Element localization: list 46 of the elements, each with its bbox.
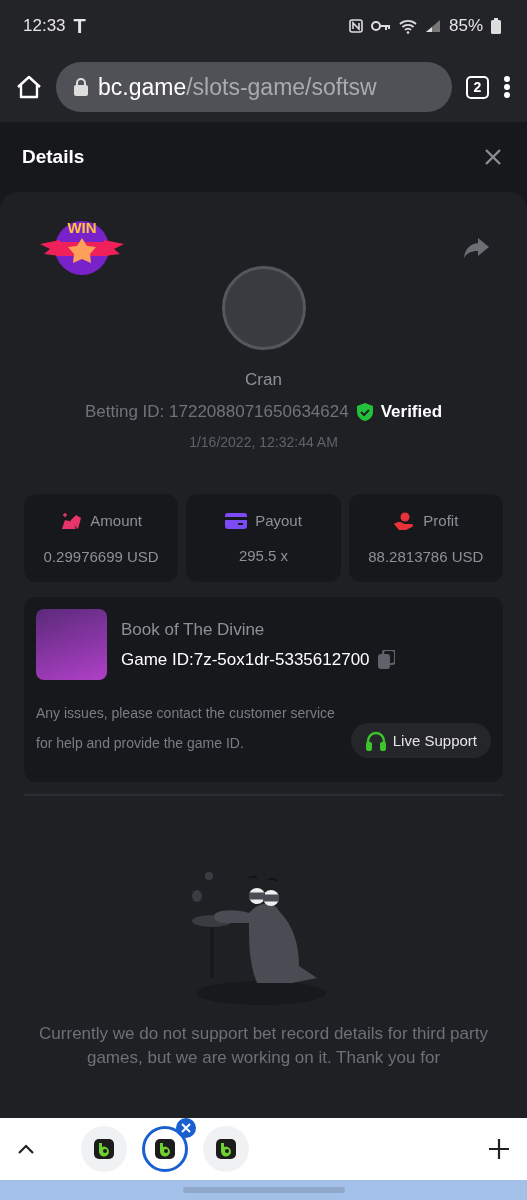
shield-check-icon <box>356 403 373 421</box>
share-icon[interactable] <box>463 238 489 258</box>
tab-count-button[interactable]: 2 <box>466 75 489 99</box>
site-logo-icon <box>216 1139 236 1159</box>
close-tab-icon[interactable] <box>176 1118 196 1138</box>
stat-label: Profit <box>423 512 459 529</box>
site-logo-icon <box>155 1139 175 1159</box>
browser-tab[interactable] <box>142 1126 188 1172</box>
stat-value: 88.2813786 USD <box>368 547 484 565</box>
support-notice: Any issues, please contact the customer service for help and provide the game ID. <box>36 704 336 753</box>
plus-icon[interactable] <box>489 1139 509 1159</box>
stat-label: Amount <box>90 512 142 529</box>
close-icon[interactable] <box>485 149 501 165</box>
verified-label: Verified <box>380 402 443 422</box>
url-text: bc.game/slots-game/softsw <box>98 73 377 101</box>
clock: 12:33 <box>23 16 66 36</box>
game-id: Game ID:7z-5ox1dr-5335612700 <box>121 649 370 670</box>
battery-icon <box>491 18 501 34</box>
panel-title: Details <box>22 146 85 168</box>
stat-label: Payout <box>255 512 302 529</box>
more-menu-icon[interactable] <box>503 75 511 99</box>
home-icon[interactable] <box>16 75 42 99</box>
chevron-up-icon[interactable] <box>18 1144 34 1154</box>
stat-value: 295.5 x <box>238 547 289 564</box>
key-icon <box>370 20 391 32</box>
betting-id: Betting ID: 1722088071650634624 <box>84 402 349 422</box>
gesture-handle[interactable] <box>182 1187 345 1193</box>
signal-icon <box>424 19 441 33</box>
lock-icon <box>74 78 88 96</box>
wifi-icon <box>398 18 417 34</box>
game-thumbnail-placeholder <box>36 609 107 680</box>
game-title: Book of The Divine <box>121 619 266 640</box>
carrier-logo: T <box>73 14 86 38</box>
browser-tab[interactable] <box>203 1126 249 1172</box>
headset-icon <box>364 730 387 751</box>
stat-value: 0.29976699 USD <box>43 547 159 565</box>
player-name: Cran <box>245 370 282 390</box>
battery-percent: 85% <box>448 16 483 36</box>
site-logo-icon <box>94 1139 114 1159</box>
copy-icon[interactable] <box>377 650 395 669</box>
nfc-icon <box>348 19 363 33</box>
address-bar[interactable]: bc.game/slots-game/softsw <box>56 62 452 112</box>
browser-tab[interactable] <box>81 1126 127 1172</box>
live-support-button[interactable]: Live Support <box>350 723 491 758</box>
empty-state-message: Currently we do not support bet record details for third party games, but we are working on it. Thank you for <box>38 1023 489 1069</box>
bet-date: 1/16/2022, 12:32:44 AM <box>189 434 338 450</box>
